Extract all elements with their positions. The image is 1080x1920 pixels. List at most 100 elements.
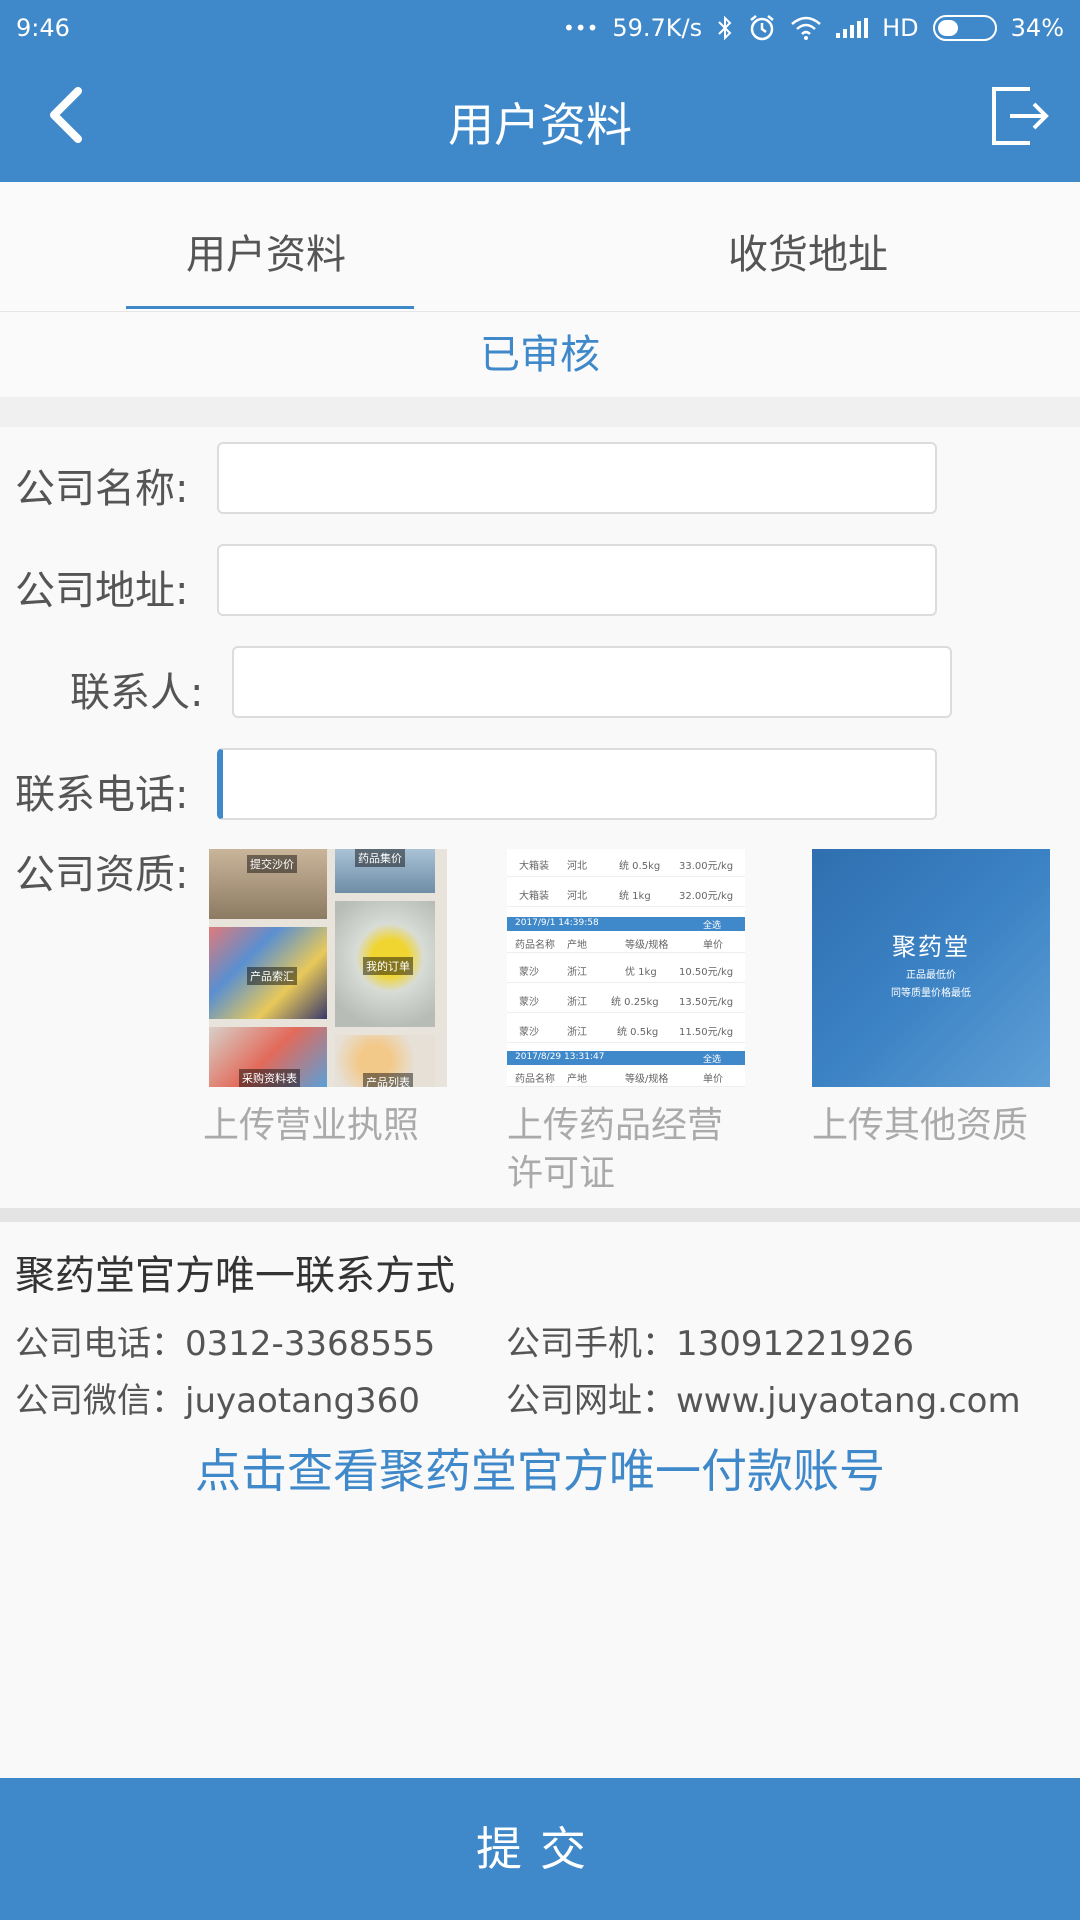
brand-logo-text: 聚药堂	[892, 933, 970, 961]
status-time: 9:46	[16, 13, 70, 42]
license-tile-label: 我的订单	[363, 957, 413, 975]
contact-phone-label: 联系电话:	[15, 772, 189, 818]
permit-date: 2017/8/29 13:31:47	[515, 1052, 605, 1062]
qualification-label: 公司资质:	[15, 852, 189, 898]
review-status: 已审核	[0, 313, 1080, 397]
permit-cell: 蒙沙	[519, 997, 539, 1008]
page-title: 用户资料	[448, 98, 632, 152]
drug-permit-caption-line1: 上传药品经营	[507, 1105, 724, 1146]
permit-cell: 13.50元/kg	[679, 997, 734, 1008]
permit-header: 2017/9/1 14:39:58 全选	[507, 917, 745, 931]
license-tile: 产品列表	[335, 1035, 435, 1087]
brand-slogan-1: 正品最低价	[906, 970, 956, 981]
permit-column: 产地	[567, 1074, 587, 1085]
permit-cell: 32.00元/kg	[679, 891, 734, 902]
permit-row: 蒙沙 浙江 优 1kg 10.50元/kg	[507, 955, 745, 983]
company-name-input[interactable]	[217, 442, 937, 514]
other-qualification-image[interactable]: 聚药堂 正品最低价 同等质量价格最低	[812, 849, 1050, 1087]
submit-button[interactable]: 提交	[0, 1778, 1080, 1920]
wifi-icon	[791, 16, 821, 40]
battery-percent: 34%	[1010, 13, 1064, 42]
permit-cell: 浙江	[567, 967, 587, 978]
license-tile: 产品索汇	[209, 927, 327, 1019]
license-tile: 药品集价	[335, 849, 435, 893]
company-address-input[interactable]	[217, 544, 937, 616]
drug-permit-image[interactable]: 大箱装 河北 统 0.5kg 33.00元/kg 大箱装 河北 统 1kg 32…	[507, 849, 745, 1087]
license-tile-label: 提交沙价	[247, 855, 297, 873]
network-type: HD	[882, 13, 919, 42]
permit-cell: 河北	[567, 891, 587, 902]
permit-column: 单价	[703, 1074, 723, 1085]
section-divider	[0, 1208, 1080, 1222]
bluetooth-icon	[718, 15, 732, 40]
company-mobile: 公司手机：13091221926	[506, 1324, 914, 1364]
permit-cell: 优 1kg	[625, 967, 657, 978]
permit-date: 2017/9/1 14:39:58	[515, 918, 599, 928]
permit-cell: 统 0.5kg	[617, 1027, 659, 1038]
permit-select: 全选	[703, 1055, 722, 1065]
permit-cell: 统 0.5kg	[619, 861, 661, 872]
permit-cell: 浙江	[567, 1027, 587, 1038]
business-license-caption: 上传营业执照	[203, 1105, 420, 1146]
permit-columns: 药品名称 产地 等级/规格 单价	[507, 1065, 745, 1087]
alarm-icon	[750, 14, 774, 40]
license-tile: 采购资料表	[209, 1027, 327, 1087]
drug-permit-caption: 上传药品经营 许可证	[507, 1102, 723, 1198]
active-tab-indicator	[126, 306, 414, 309]
tab-user-profile[interactable]: 用户资料	[186, 222, 346, 280]
license-tile: 我的订单	[335, 901, 435, 1027]
license-tile-label: 采购资料表	[239, 1069, 300, 1087]
company-website: 公司网址：www.juyaotang.com	[506, 1381, 1021, 1421]
network-speed: 59.7K/s	[612, 13, 703, 42]
license-tile-label: 产品列表	[363, 1073, 413, 1087]
tab-shipping-address[interactable]: 收货地址	[728, 222, 888, 280]
contact-person-label: 联系人:	[70, 670, 204, 716]
signal-icon	[836, 17, 869, 38]
permit-cell: 统 1kg	[619, 891, 651, 902]
permit-cell: 大箱装	[519, 861, 549, 872]
permit-row: 蒙沙 浙江 统 0.25kg 13.50元/kg	[507, 985, 745, 1013]
permit-cell: 10.50元/kg	[679, 967, 734, 978]
contact-phone-input[interactable]	[217, 748, 937, 820]
license-tile-label: 产品索汇	[247, 967, 297, 985]
permit-column: 单价	[703, 940, 723, 951]
permit-columns: 药品名称 产地 等级/规格 单价	[507, 931, 745, 953]
license-tile-label: 药品集价	[355, 849, 405, 867]
permit-column: 等级/规格	[625, 1074, 669, 1085]
permit-column: 药品名称	[515, 940, 555, 951]
permit-cell: 蒙沙	[519, 967, 539, 978]
drug-permit-caption-line2: 许可证	[507, 1153, 616, 1194]
status-bar: 9:46 ••• 59.7K/s HD 34%	[0, 0, 1080, 55]
permit-cell: 河北	[567, 861, 587, 872]
contact-title: 聚药堂官方唯一联系方式	[15, 1253, 455, 1299]
permit-row: 大箱装 河北 统 0.5kg 33.00元/kg	[507, 849, 745, 877]
logout-icon[interactable]	[990, 85, 1052, 147]
tab-bar: 用户资料 收货地址	[0, 182, 1080, 312]
nav-bar: 用户资料	[0, 55, 1080, 182]
permit-column: 产地	[567, 940, 587, 951]
permit-cell: 浙江	[567, 997, 587, 1008]
contact-person-input[interactable]	[232, 646, 952, 718]
more-dots-icon: •••	[562, 15, 599, 40]
company-name-label: 公司名称:	[15, 466, 189, 512]
permit-row: 蒙沙 浙江 统 0.5kg 11.50元/kg	[507, 1015, 745, 1043]
permit-select: 全选	[703, 921, 722, 931]
permit-row: 大箱装 河北 统 1kg 32.00元/kg	[507, 879, 745, 907]
permit-cell: 大箱装	[519, 891, 549, 902]
other-qualification-caption: 上传其他资质	[812, 1105, 1029, 1146]
business-license-image[interactable]: 提交沙价 药品集价 产品索汇 我的订单 采购资料表 产品列表	[209, 849, 447, 1087]
permit-cell: 统 0.25kg	[611, 997, 659, 1008]
payment-account-link[interactable]: 点击查看聚药堂官方唯一付款账号	[0, 1435, 1080, 1501]
company-address-label: 公司地址:	[15, 568, 189, 614]
permit-cell: 蒙沙	[519, 1027, 539, 1038]
company-wechat: 公司微信：juyaotang360	[15, 1381, 420, 1421]
battery-icon	[932, 14, 997, 41]
permit-header: 2017/8/29 13:31:47 全选	[507, 1051, 745, 1065]
permit-cell: 11.50元/kg	[679, 1027, 734, 1038]
permit-column: 药品名称	[515, 1074, 555, 1085]
section-divider	[0, 397, 1080, 427]
permit-cell: 33.00元/kg	[679, 861, 734, 872]
permit-column: 等级/规格	[625, 940, 669, 951]
license-tile: 提交沙价	[209, 849, 327, 919]
company-phone: 公司电话：0312-3368555	[15, 1324, 436, 1364]
